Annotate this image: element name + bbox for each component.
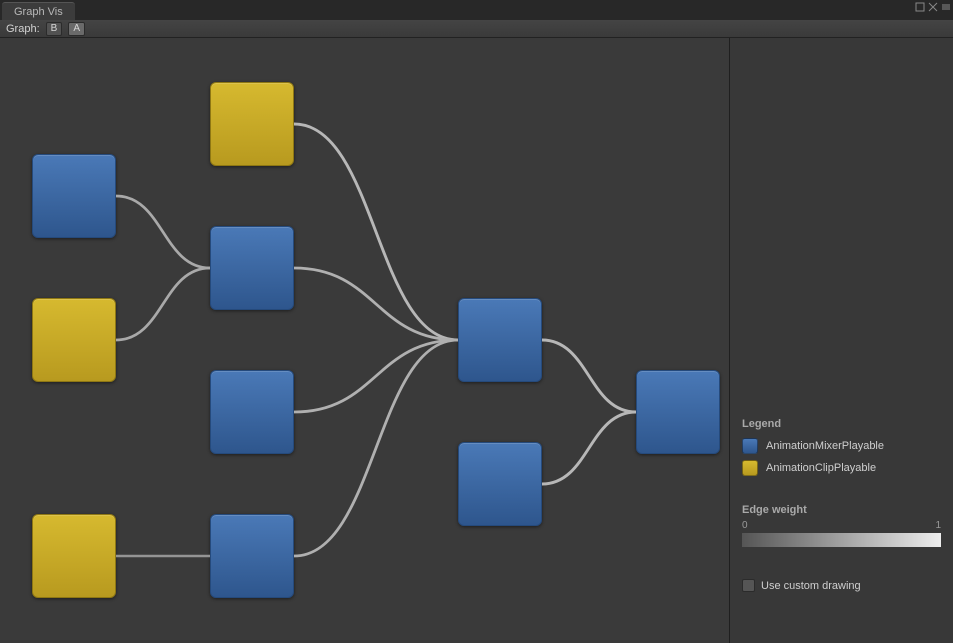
graph-node[interactable] <box>210 226 294 310</box>
graph-edge <box>542 412 636 484</box>
toolbar-button-b[interactable]: B <box>46 22 63 36</box>
graph-node[interactable] <box>458 442 542 526</box>
tab-label: Graph Vis <box>14 6 63 18</box>
menu-icon[interactable] <box>941 2 951 12</box>
graph-canvas[interactable] <box>0 38 730 643</box>
graph-edge <box>294 268 458 340</box>
tab-graph-vis[interactable]: Graph Vis <box>2 2 75 20</box>
graph-edge <box>294 340 458 412</box>
side-panel: Legend AnimationMixerPlayable AnimationCl… <box>730 38 953 643</box>
legend-label: AnimationClipPlayable <box>766 462 876 474</box>
graph-node[interactable] <box>458 298 542 382</box>
legend-item: AnimationClipPlayable <box>742 460 941 476</box>
toolbar-graph-label: Graph: <box>6 23 40 35</box>
graph-node[interactable] <box>210 82 294 166</box>
legend-label: AnimationMixerPlayable <box>766 440 884 452</box>
graph-node[interactable] <box>32 298 116 382</box>
edge-weight-title: Edge weight <box>742 504 941 516</box>
legend-item: AnimationMixerPlayable <box>742 438 941 454</box>
legend-title: Legend <box>742 418 941 430</box>
use-custom-drawing-row[interactable]: Use custom drawing <box>742 579 941 592</box>
graph-node[interactable] <box>210 370 294 454</box>
window-controls <box>915 2 951 12</box>
graph-node[interactable] <box>32 154 116 238</box>
graph-edge <box>116 196 210 268</box>
window-topbar: Graph Vis <box>0 0 953 20</box>
graph-edge <box>542 340 636 412</box>
use-custom-drawing-checkbox[interactable] <box>742 579 755 592</box>
graph-node[interactable] <box>32 514 116 598</box>
graph-edge <box>116 268 210 340</box>
content: Legend AnimationMixerPlayable AnimationCl… <box>0 38 953 643</box>
graph-edge <box>294 340 458 556</box>
minimize-icon[interactable] <box>915 2 925 12</box>
toolbar-button-a[interactable]: A <box>68 22 85 36</box>
graph-node[interactable] <box>636 370 720 454</box>
legend-swatch <box>742 460 758 476</box>
use-custom-drawing-label: Use custom drawing <box>761 580 861 592</box>
toolbar: Graph: B A <box>0 20 953 38</box>
close-icon[interactable] <box>928 2 938 12</box>
graph-edge <box>294 124 458 340</box>
graph-node[interactable] <box>210 514 294 598</box>
edge-weight-max: 1 <box>935 520 941 531</box>
edge-weight-min: 0 <box>742 520 748 531</box>
edge-weight-gradient <box>742 533 941 547</box>
edge-weight-scale: 0 1 <box>742 520 941 531</box>
legend-swatch <box>742 438 758 454</box>
